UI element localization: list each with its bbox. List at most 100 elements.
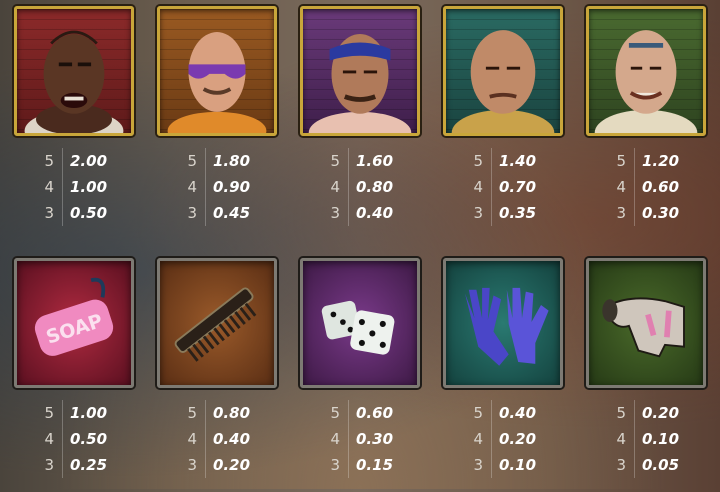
payout-value: 0.60 [356,404,394,422]
pay-row: 3 0.10 [441,452,571,478]
symbol-comb: 5 0.80 4 0.40 3 0.20 [155,252,285,492]
pay-row: 3 0.45 [155,200,285,226]
match-count: 5 [330,404,340,422]
pay-row: 4 0.90 [155,174,285,200]
payout-value: 0.90 [213,178,251,196]
symbol-dice: 5 0.60 4 0.30 3 0.15 [298,252,428,492]
bald-prisoner-icon [443,6,563,136]
symbol-bald-prisoner: 5 1.40 4 0.70 3 0.35 [441,0,571,240]
pay-row: 3 0.50 [12,200,142,226]
paytable-values: 5 0.40 4 0.20 3 0.10 [441,400,571,478]
payout-value: 0.30 [356,430,394,448]
match-count: 4 [473,430,483,448]
pay-row: 5 1.20 [584,148,714,174]
match-count: 4 [330,178,340,196]
payout-value: 2.00 [70,152,108,170]
match-count: 4 [44,178,54,196]
payout-value: 0.40 [213,430,251,448]
pay-row: 3 0.15 [298,452,428,478]
rubber-gloves-icon [443,258,563,388]
forehead-tattoo-prisoner-icon [586,6,706,136]
payout-value: 0.10 [499,456,537,474]
dice-icon [300,258,420,388]
pay-row: 5 1.40 [441,148,571,174]
match-count: 3 [330,204,340,222]
payout-value: 0.40 [499,404,537,422]
pay-row: 3 0.25 [12,452,142,478]
pay-row: 5 0.60 [298,400,428,426]
payout-value: 0.15 [356,456,394,474]
payout-value: 0.80 [213,404,251,422]
match-count: 3 [44,204,54,222]
pay-row: 4 0.10 [584,426,714,452]
paytable-values: 5 2.00 4 1.00 3 0.50 [12,148,142,226]
payout-value: 1.20 [642,152,680,170]
payout-value: 0.45 [213,204,251,222]
payout-value: 1.00 [70,404,108,422]
payout-value: 0.30 [642,204,680,222]
match-count: 4 [44,430,54,448]
payout-value: 0.35 [499,204,537,222]
pay-row: 5 1.80 [155,148,285,174]
soap-on-rope-icon: SOAP [14,258,134,388]
match-count: 5 [473,404,483,422]
pay-row: 5 0.80 [155,400,285,426]
match-count: 5 [187,404,197,422]
pay-row: 4 1.00 [12,174,142,200]
payout-value: 0.60 [642,178,680,196]
match-count: 4 [473,178,483,196]
match-count: 3 [330,456,340,474]
pay-row: 5 2.00 [12,148,142,174]
match-count: 3 [616,204,626,222]
match-count: 4 [187,430,197,448]
pay-row: 3 0.30 [584,200,714,226]
comb-icon [157,258,277,388]
match-count: 3 [473,204,483,222]
match-count: 3 [187,204,197,222]
match-count: 4 [187,178,197,196]
match-count: 5 [473,152,483,170]
match-count: 3 [473,456,483,474]
symbol-bandana-prisoner: 5 1.60 4 0.80 3 0.40 [298,0,428,240]
payout-value: 1.80 [213,152,251,170]
paytable-values: 5 1.80 4 0.90 3 0.45 [155,148,285,226]
symbol-sunglasses-prisoner: 5 1.80 4 0.90 3 0.45 [155,0,285,240]
pay-row: 4 0.40 [155,426,285,452]
symbol-gloves: 5 0.40 4 0.20 3 0.10 [441,252,571,492]
paytable-values: 5 0.20 4 0.10 3 0.05 [584,400,714,478]
match-count: 5 [330,152,340,170]
pay-row: 5 1.00 [12,400,142,426]
paytable-values: 5 1.20 4 0.60 3 0.30 [584,148,714,226]
payout-value: 0.20 [499,430,537,448]
pay-row: 5 1.60 [298,148,428,174]
payout-value: 0.20 [642,404,680,422]
pay-row: 4 0.20 [441,426,571,452]
match-count: 4 [330,430,340,448]
pay-row: 3 0.20 [155,452,285,478]
match-count: 5 [616,404,626,422]
pay-row: 4 0.50 [12,426,142,452]
symbol-soap: SOAP 5 1.00 4 0.50 3 0.25 [12,252,142,492]
paytable-values: 5 0.60 4 0.30 3 0.15 [298,400,428,478]
sock-icon [586,258,706,388]
payout-value: 0.20 [213,456,251,474]
payout-value: 0.50 [70,430,108,448]
payout-value: 0.40 [356,204,394,222]
match-count: 4 [616,178,626,196]
pay-row: 3 0.35 [441,200,571,226]
bandana-prisoner-icon [300,6,420,136]
symbol-tattooed-prisoner: 5 2.00 4 1.00 3 0.50 [12,0,142,240]
payout-value: 0.50 [70,204,108,222]
pay-row: 3 0.05 [584,452,714,478]
match-count: 3 [44,456,54,474]
paytable-values: 5 1.60 4 0.80 3 0.40 [298,148,428,226]
payout-value: 1.00 [70,178,108,196]
payout-value: 0.05 [642,456,680,474]
symbol-forehead-tattoo-prisoner: 5 1.20 4 0.60 3 0.30 [584,0,714,240]
tattooed-prisoner-icon [14,6,134,136]
paytable-values: 5 1.40 4 0.70 3 0.35 [441,148,571,226]
match-count: 5 [187,152,197,170]
payout-value: 0.80 [356,178,394,196]
payout-value: 0.25 [70,456,108,474]
match-count: 5 [616,152,626,170]
